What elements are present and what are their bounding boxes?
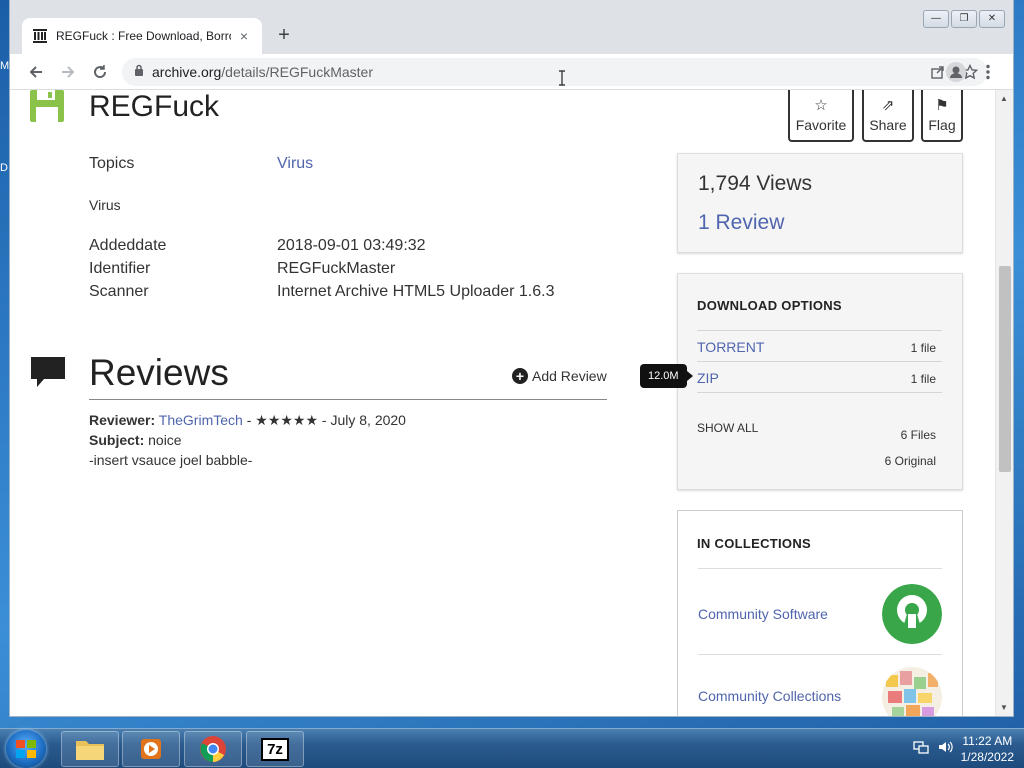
views-count: 1,794 Views (698, 172, 813, 195)
speech-bubble-icon (30, 356, 66, 392)
maximize-button[interactable]: ❐ (951, 10, 977, 28)
tab-title: REGFuck : Free Download, Borrow (56, 29, 231, 43)
window-controls: — ❐ ✕ (923, 10, 1005, 28)
page-viewport: REGFuck ☆ Favorite ⇗ Share ⚑ Flag Topics… (10, 90, 995, 716)
save-disk-icon (30, 90, 64, 122)
reload-icon[interactable] (88, 60, 112, 84)
clock-time: 11:22 AM (962, 734, 1013, 748)
divider (89, 399, 607, 400)
download-option-row[interactable]: ZIP 1 file (697, 361, 942, 392)
new-tab-button[interactable]: + (272, 24, 296, 48)
metadata-label: Addeddate (89, 237, 167, 254)
item-description: Virus (89, 197, 121, 213)
tab-strip: REGFuck : Free Download, Borrow × + — ❐ … (10, 0, 1013, 54)
address-bar[interactable]: archive.org/details/REGFuckMaster (122, 58, 988, 86)
flag-icon: ⚑ (935, 97, 949, 114)
lock-icon[interactable] (134, 63, 144, 81)
file-explorer-icon[interactable] (61, 731, 119, 767)
subject-text: noice (148, 432, 182, 448)
star-icon: ☆ (814, 97, 828, 114)
favorite-button[interactable]: ☆ Favorite (788, 90, 854, 142)
collection-link[interactable]: Community Collections (698, 688, 841, 704)
close-window-button[interactable]: ✕ (979, 10, 1005, 28)
collection-row[interactable]: Community Software (698, 568, 942, 654)
download-option-link[interactable]: TORRENT (697, 339, 764, 355)
divider (697, 392, 942, 393)
review-rating-date: - ★★★★★ - July 8, 2020 (242, 412, 406, 428)
kebab-menu-icon[interactable] (976, 60, 1000, 84)
7zip-icon[interactable]: 7z (246, 731, 304, 767)
scrollbar-thumb[interactable] (999, 266, 1011, 472)
scroll-up-icon[interactable]: ▲ (1000, 94, 1008, 103)
reviewer-label: Reviewer: (89, 412, 156, 428)
download-option-count: 1 file (910, 341, 936, 355)
stats-panel: 1,794 Views 1 Review (677, 153, 963, 253)
url-host: archive.org (152, 64, 222, 80)
download-option-link[interactable]: ZIP (697, 370, 719, 386)
metadata-label: Identifier (89, 260, 151, 277)
add-review-button[interactable]: + Add Review (512, 368, 607, 384)
files-count: 6 Files (900, 428, 936, 442)
subject-label: Subject: (89, 432, 145, 448)
vertical-scrollbar[interactable]: ▲ ▼ (995, 90, 1013, 716)
file-size-tooltip: 12.0M (640, 364, 693, 388)
download-option-row[interactable]: TORRENT 1 file (697, 330, 942, 361)
close-tab-icon[interactable]: × (236, 28, 252, 44)
favorite-label: Favorite (795, 117, 847, 133)
taskbar: 7z 11:22 AM 1/28/2022 (0, 728, 1024, 768)
download-option-count: 1 file (910, 372, 936, 386)
system-tray: 11:22 AM 1/28/2022 (912, 731, 1014, 767)
browser-window: REGFuck : Free Download, Borrow × + — ❐ … (10, 0, 1013, 716)
text-cursor-icon (558, 70, 566, 86)
reviews-heading: Reviews (89, 352, 229, 393)
plus-circle-icon: + (512, 368, 528, 384)
7zip-label: 7z (261, 737, 289, 761)
forward-icon[interactable] (56, 60, 80, 84)
download-options-heading: DOWNLOAD OPTIONS (697, 298, 842, 313)
add-review-label: Add Review (532, 368, 607, 384)
open-source-logo-icon[interactable] (882, 584, 942, 644)
volume-icon[interactable] (937, 739, 953, 760)
browser-tab[interactable]: REGFuck : Free Download, Borrow × (22, 18, 262, 54)
metadata-value: REGFuckMaster (277, 260, 396, 277)
share-arrow-icon: ⇗ (881, 97, 895, 114)
metadata-value: Internet Archive HTML5 Uploader 1.6.3 (277, 283, 555, 300)
clock-date: 1/28/2022 (960, 750, 1014, 764)
start-button[interactable] (6, 730, 46, 768)
back-icon[interactable] (24, 60, 48, 84)
flag-button[interactable]: ⚑ Flag (921, 90, 963, 142)
show-all-link[interactable]: SHOW ALL (697, 421, 758, 435)
topic-link[interactable]: Virus (277, 155, 313, 173)
reviews-count-link[interactable]: 1 Review (698, 211, 784, 235)
collection-row[interactable]: Community Collections (698, 654, 942, 716)
collections-heading: IN COLLECTIONS (697, 536, 811, 551)
review-meta: Reviewer: TheGrimTech - ★★★★★ - July 8, … (89, 412, 406, 429)
collage-thumbnail-icon[interactable] (882, 667, 942, 716)
review-body: -insert vsauce joel babble- (89, 452, 253, 468)
collections-panel: IN COLLECTIONS Community Software Commun… (677, 510, 963, 716)
original-count: 6 Original (884, 454, 936, 468)
archive-favicon-icon (32, 28, 48, 44)
download-options-panel: DOWNLOAD OPTIONS TORRENT 1 file ZIP 1 fi… (677, 273, 963, 490)
item-title: REGFuck (89, 90, 220, 123)
network-icon[interactable] (912, 739, 929, 760)
flag-label: Flag (928, 117, 956, 133)
topics-label: Topics (89, 155, 135, 172)
profile-icon[interactable] (944, 60, 968, 84)
url-text: archive.org/details/REGFuckMaster (152, 64, 373, 80)
clock[interactable]: 11:22 AM 1/28/2022 (961, 733, 1014, 765)
share-button[interactable]: ⇗ Share (862, 90, 914, 142)
review-subject: Subject: noice (89, 432, 182, 448)
collection-link[interactable]: Community Software (698, 606, 828, 622)
share-label: Share (869, 117, 907, 133)
url-path: /details/REGFuckMaster (221, 64, 373, 80)
chrome-icon[interactable] (184, 731, 242, 767)
media-player-icon[interactable] (122, 731, 180, 767)
browser-toolbar: archive.org/details/REGFuckMaster (10, 54, 1013, 90)
scroll-down-icon[interactable]: ▼ (1000, 703, 1008, 712)
metadata-label: Scanner (89, 283, 149, 300)
reviewer-link[interactable]: TheGrimTech (159, 412, 243, 428)
metadata-value: 2018-09-01 03:49:32 (277, 237, 426, 254)
minimize-button[interactable]: — (923, 10, 949, 28)
